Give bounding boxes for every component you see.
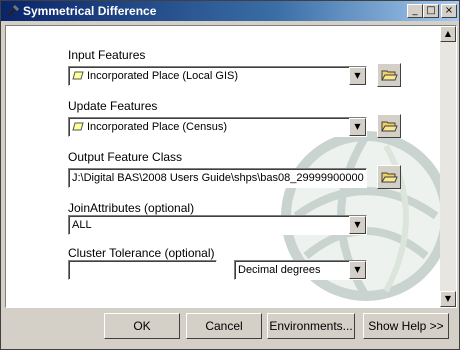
scroll-down-arrow-icon[interactable]: ▼ [440, 291, 456, 307]
browse-input-button[interactable] [377, 63, 401, 87]
join-attributes-label: JoinAttributes (optional) [68, 201, 195, 215]
scroll-up-arrow-icon[interactable]: ▲ [440, 26, 456, 42]
open-folder-icon [381, 121, 398, 132]
cluster-tolerance-label: Cluster Tolerance (optional) [68, 246, 215, 260]
browse-output-button[interactable] [377, 165, 401, 189]
chevron-down-icon[interactable]: ▼ [349, 118, 366, 136]
output-feature-class-value: J:\Digital BAS\2008 Users Guide\shps\bas… [72, 172, 364, 184]
output-feature-class-input[interactable]: J:\Digital BAS\2008 Users Guide\shps\bas… [68, 168, 367, 188]
dialog-window: Symmetrical Difference _ □ × Input Featu… [0, 0, 460, 350]
polygon-layer-icon [72, 71, 84, 80]
parameters-panel: Input Features Incorporated Place (Local… [5, 25, 457, 308]
cluster-units-value: Decimal degrees [238, 264, 321, 276]
close-button[interactable]: × [441, 4, 457, 18]
cluster-units-select[interactable]: Decimal degrees ▼ [234, 260, 367, 280]
ok-button[interactable]: OK [104, 313, 180, 339]
open-folder-icon [381, 70, 398, 81]
vertical-scrollbar[interactable]: ▲ ▼ [440, 26, 456, 307]
input-features-select[interactable]: Incorporated Place (Local GIS) ▼ [68, 66, 367, 86]
window-title: Symmetrical Difference [23, 4, 157, 18]
update-features-select[interactable]: Incorporated Place (Census) ▼ [68, 117, 367, 137]
chevron-down-icon[interactable]: ▼ [349, 67, 366, 85]
input-features-label: Input Features [68, 48, 146, 62]
minimize-button[interactable]: _ [407, 4, 423, 18]
chevron-down-icon[interactable]: ▼ [349, 261, 366, 279]
cancel-button[interactable]: Cancel [186, 313, 262, 339]
chevron-down-icon[interactable]: ▼ [349, 216, 366, 234]
input-features-value: Incorporated Place (Local GIS) [87, 70, 239, 82]
polygon-layer-icon [72, 122, 84, 131]
show-help-button[interactable]: Show Help >> [363, 313, 449, 339]
environments-button[interactable]: Environments... [267, 313, 355, 339]
join-attributes-value: ALL [72, 219, 92, 231]
tool-icon [7, 4, 20, 17]
cluster-tolerance-input[interactable] [68, 260, 217, 280]
title-bar[interactable]: Symmetrical Difference _ □ × [1, 1, 459, 21]
open-folder-icon [381, 172, 398, 183]
join-attributes-select[interactable]: ALL ▼ [68, 215, 367, 235]
maximize-button[interactable]: □ [423, 4, 439, 18]
output-feature-class-label: Output Feature Class [68, 150, 183, 164]
update-features-label: Update Features [68, 99, 158, 113]
update-features-value: Incorporated Place (Census) [87, 121, 228, 133]
browse-update-button[interactable] [377, 114, 401, 138]
